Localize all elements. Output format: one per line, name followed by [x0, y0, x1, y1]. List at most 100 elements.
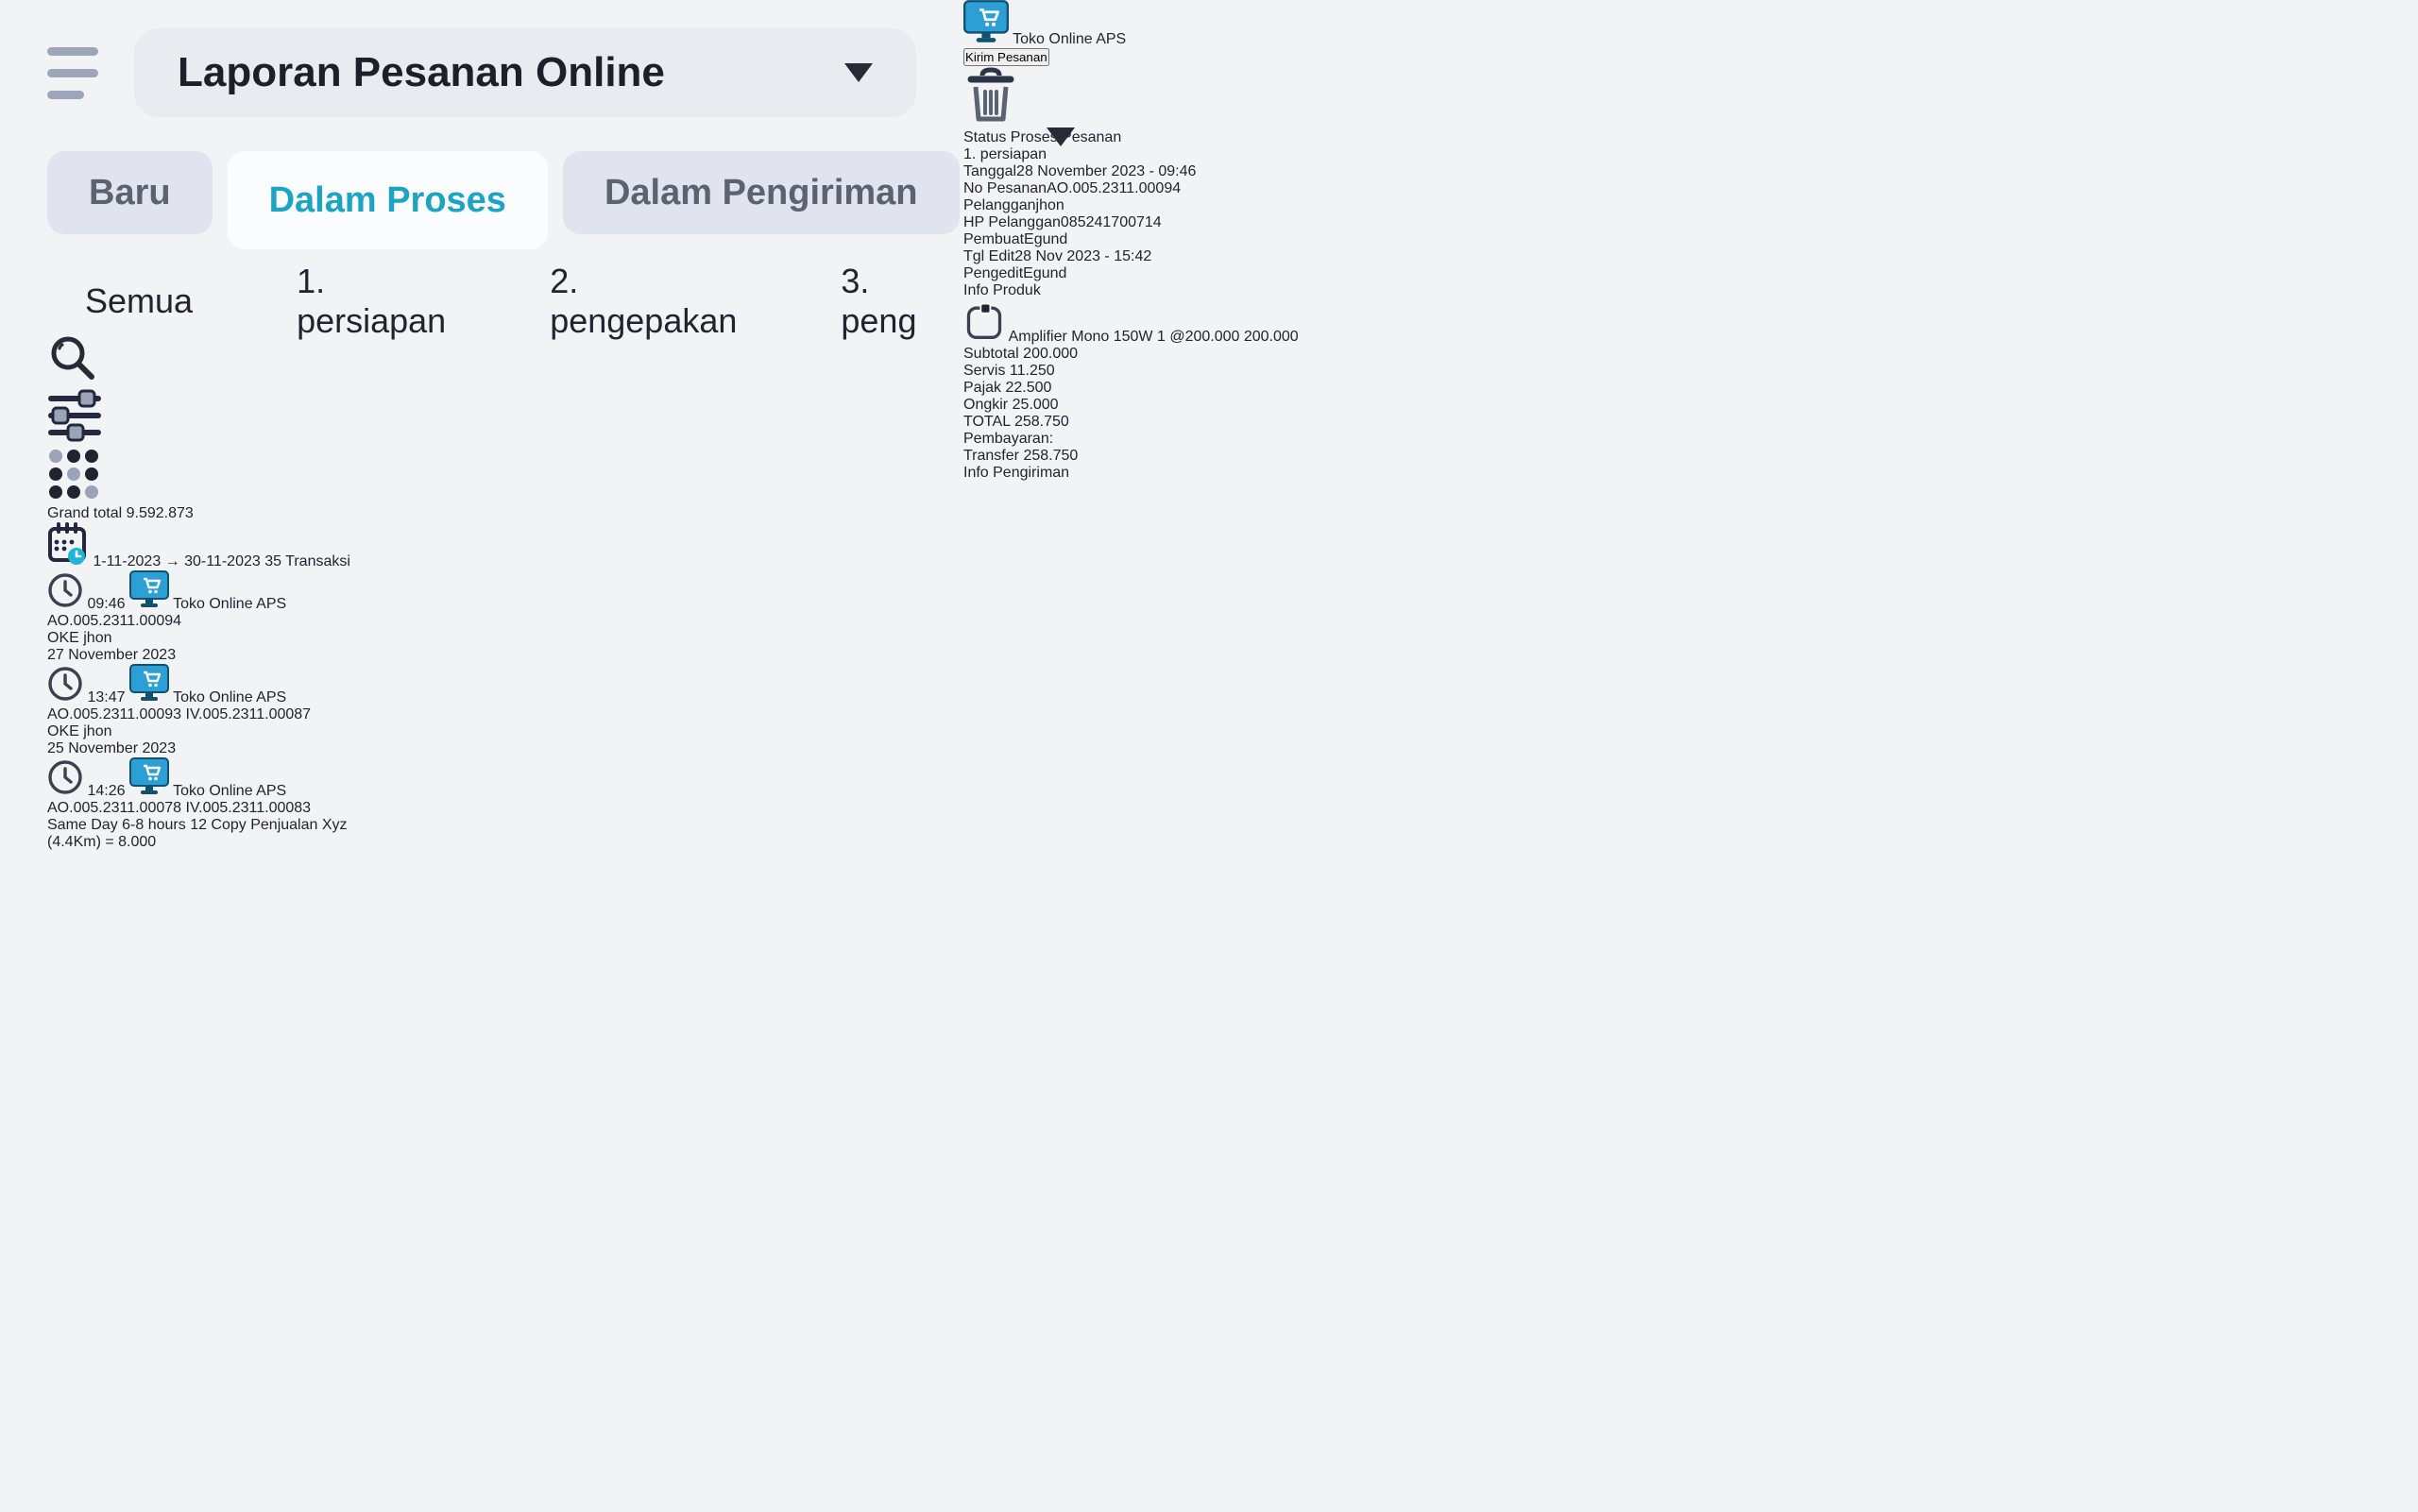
hamburger-menu-icon[interactable]: [47, 47, 98, 99]
grand-total-label: Grand total: [47, 505, 122, 521]
store-title: Toko Online APS: [963, 0, 1299, 48]
status-row: Status Proses Pesanan 1. persiapan: [963, 129, 1299, 163]
list-toolbar: [47, 332, 916, 505]
total-row: TOTAL 258.750: [963, 414, 1299, 431]
delete-order-button[interactable]: [963, 66, 1299, 129]
order-item-summary: 12 Copy Penjualan Xyz: [190, 817, 347, 833]
payment-method-row: Transfer 258.750: [963, 448, 1299, 465]
subtotal-value: 200.000: [1023, 346, 1078, 362]
clock-icon: [47, 666, 83, 702]
package-icon: [963, 299, 1005, 341]
fee-value: 22.500: [1005, 380, 1051, 396]
chevron-down-icon: [844, 63, 873, 82]
fee-label: Ongkir: [963, 397, 1008, 413]
order-store: Toko Online APS: [173, 783, 286, 799]
order-customer: jhon: [83, 630, 111, 646]
meta-label: Pengedit: [963, 265, 1023, 281]
meta-value: 28 Nov 2023: [1014, 248, 1100, 264]
info-produk-box: Info Produk Amplifier Mono 150W 1 @200.0…: [963, 282, 1299, 465]
order-note: OKE: [47, 630, 79, 646]
order-time: 14:26: [87, 783, 125, 799]
order-detail-panel: Toko Online APS Kirim Pesanan Status Pro…: [963, 0, 1299, 1512]
store-name: Toko Online APS: [1013, 31, 1126, 47]
order-store: Toko Online APS: [173, 596, 286, 612]
info-pengiriman-title: Info Pengiriman: [963, 465, 1299, 482]
total-label: TOTAL: [963, 414, 1011, 430]
search-button[interactable]: [47, 332, 916, 388]
search-icon: [47, 332, 98, 383]
grand-total-amount: 9.592.873: [127, 505, 194, 521]
chevron-down-icon: [1047, 127, 1075, 162]
order-note-line2: (4.4Km) = 8.000: [47, 834, 916, 851]
chip-persiapan[interactable]: 1. persiapan: [259, 270, 484, 332]
status-tabs: Baru Dalam Proses Dalam Pengiriman S: [47, 151, 916, 238]
meta-value: Egund: [1023, 265, 1066, 281]
tab-baru[interactable]: Baru: [47, 151, 213, 234]
tab-dalam-pengiriman[interactable]: Dalam Pengiriman: [563, 151, 960, 234]
store-monitor-icon: [963, 0, 1009, 43]
filter-button[interactable]: [47, 388, 916, 448]
meta-value: Egund: [1024, 231, 1067, 247]
order-number: AO.005.2311.00094: [47, 613, 181, 629]
status-select-value: 1. persiapan: [963, 146, 1047, 162]
meta-value: AO.005.2311.00094: [1047, 180, 1181, 196]
date-range-text: 1-11-2023 → 30-11-2023: [93, 553, 260, 569]
order-note: Same Day 6-8 hours: [47, 817, 186, 833]
order-number: AO.005.2311.00093: [47, 706, 181, 722]
payment-section-label: Pembayaran:: [963, 431, 1299, 448]
meta-value: 085241700714: [1061, 214, 1162, 230]
chip-pengepakan[interactable]: 2. pengepakan: [512, 270, 775, 332]
order-card[interactable]: 13:47 Toko Online APS AO.005.2311.00093 …: [47, 664, 916, 740]
calendar-icon: [47, 522, 89, 566]
store-monitor-icon: [129, 664, 169, 702]
product-line-item[interactable]: Amplifier Mono 150W 1 @200.000 200.000: [963, 299, 1299, 346]
order-time: 09:46: [87, 596, 125, 612]
payment-amount: 258.750: [1023, 448, 1078, 464]
stage-filter-chips: Semua 1. persiapan 2. pengepakan 3. peng: [47, 270, 916, 332]
clock-icon: [47, 759, 83, 795]
fee-value: 11.250: [1010, 363, 1055, 379]
transaction-count: 35 Transaksi: [264, 553, 350, 569]
detail-header: Toko Online APS Kirim Pesanan: [963, 0, 1299, 129]
order-customer: jhon: [83, 723, 111, 739]
meta-label: Tgl Edit: [963, 248, 1014, 264]
status-select[interactable]: 1. persiapan: [963, 146, 1299, 163]
product-unit-price: @200.000: [1169, 329, 1239, 345]
meta-label: Pelanggan: [963, 197, 1036, 213]
left-header: Laporan Pesanan Online: [47, 28, 916, 117]
info-pengiriman-box: Info Pengiriman: [963, 465, 1299, 482]
date-range[interactable]: 1-11-2023 → 30-11-2023: [47, 553, 264, 569]
store-monitor-icon: [129, 757, 169, 795]
fee-value: 25.000: [1013, 397, 1059, 413]
subtotal-row: Subtotal 200.000: [963, 346, 1299, 363]
chip-pengiriman[interactable]: 3. peng: [803, 270, 954, 332]
app-root: Laporan Pesanan Online Baru Dalam Proses…: [0, 0, 2418, 1512]
grid-view-button[interactable]: [47, 448, 916, 505]
grid-dots-icon: [47, 448, 100, 501]
status-label: Status Proses Pesanan: [963, 129, 1121, 145]
meta-label: Tanggal: [963, 163, 1016, 179]
order-card[interactable]: 09:46 Toko Online APS AO.005.2311.00094 …: [47, 570, 916, 647]
total-value: 258.750: [1014, 414, 1069, 430]
kirim-pesanan-button[interactable]: Kirim Pesanan: [963, 48, 1049, 66]
info-produk-title: Info Produk: [963, 282, 1299, 299]
meta-label: Pembuat: [963, 231, 1024, 247]
clock-icon: [47, 572, 83, 608]
order-meta-box: Tanggal28 November 2023 - 09:46 No Pesan…: [963, 163, 1299, 282]
report-selector[interactable]: Laporan Pesanan Online: [134, 28, 916, 117]
meta-label: No Pesanan: [963, 180, 1047, 196]
meta-value: 28 November 2023: [1016, 163, 1145, 179]
fee-label: Pajak: [963, 380, 1001, 396]
product-name: Amplifier Mono 150W: [1009, 329, 1153, 345]
tab-dalam-proses[interactable]: Dalam Proses: [228, 151, 548, 249]
order-list-panel: Laporan Pesanan Online Baru Dalam Proses…: [0, 0, 963, 1512]
filter-sliders-icon: [47, 388, 102, 443]
order-number: AO.005.2311.00078: [47, 800, 181, 816]
meta-label: HP Pelanggan: [963, 214, 1061, 230]
chip-semua[interactable]: Semua: [47, 270, 230, 332]
order-time: 13:47: [87, 689, 125, 705]
order-card[interactable]: 14:26 Toko Online APS AO.005.2311.00078 …: [47, 757, 916, 851]
subtotal-label: Subtotal: [963, 346, 1019, 362]
fee-label: Servis: [963, 363, 1005, 379]
trash-icon: [963, 66, 1018, 125]
